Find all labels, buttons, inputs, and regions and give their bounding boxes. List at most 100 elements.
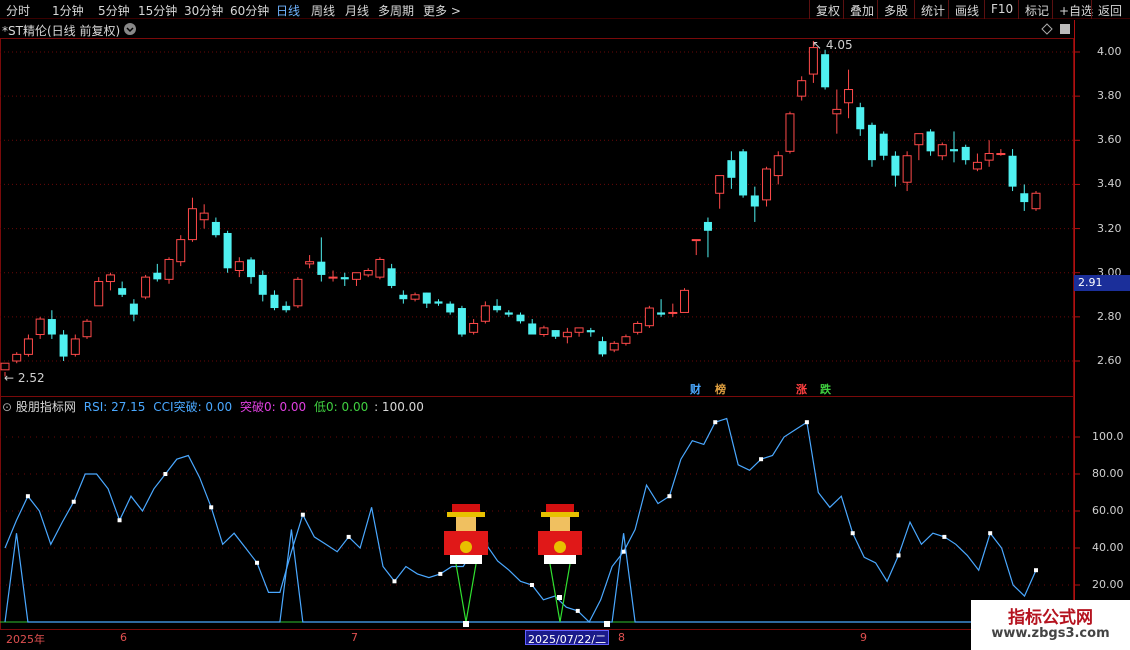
candle-body-up xyxy=(1031,192,1041,210)
candle-body-down xyxy=(598,341,607,355)
indicator-name[interactable]: 股朋指标网 xyxy=(16,400,76,414)
rsi-point xyxy=(759,457,764,462)
indicator-axis-label: 20.00 xyxy=(1092,578,1124,591)
candle-body-down xyxy=(153,272,162,280)
candle-body-up xyxy=(23,338,33,355)
signal-point xyxy=(463,621,469,627)
candle-body-up xyxy=(0,362,10,371)
money-bag-icon xyxy=(554,541,566,553)
god-hat xyxy=(452,504,480,512)
candle-body-down xyxy=(223,232,232,269)
candle-body-down xyxy=(516,314,525,322)
candle-body-up xyxy=(293,278,303,307)
candle-body-down xyxy=(118,288,127,295)
candle-body-up xyxy=(902,155,912,183)
selected-date: 2025/07/22/二 xyxy=(525,630,610,646)
rsi-value: RSI: 27.15 xyxy=(83,400,146,414)
event-marker-limit-down[interactable]: 跌 xyxy=(820,381,831,397)
candle-body-up xyxy=(187,208,197,241)
candle-body-down xyxy=(399,294,408,300)
price-axis-label: 2.80 xyxy=(1097,309,1122,323)
candle-body-up xyxy=(234,261,244,272)
indicator-axis-label: 60.00 xyxy=(1092,504,1124,517)
candle-body-down xyxy=(1020,193,1029,203)
signal-line xyxy=(455,563,467,623)
price-panel-frame xyxy=(0,38,1074,397)
candle-body-down xyxy=(211,221,220,236)
candle-body-down xyxy=(528,323,537,335)
candle-body-down xyxy=(856,107,865,130)
candle-body-down xyxy=(446,303,455,313)
candle-body-down xyxy=(949,149,958,152)
candle-body-up xyxy=(797,80,807,97)
candle-body-up xyxy=(785,113,795,152)
candle-body-down xyxy=(340,277,349,280)
rsi-point xyxy=(850,531,855,536)
candle-body-up xyxy=(141,276,151,298)
watermark-url: www.zbgs3.com xyxy=(991,626,1110,641)
low-price-value: 2.52 xyxy=(17,371,45,385)
candle-body-down xyxy=(727,160,736,178)
candle-body-up xyxy=(996,153,1006,156)
candle-body-down xyxy=(387,268,396,286)
high-price-marker: ↖ 4.05 xyxy=(812,38,853,52)
candle-body-down xyxy=(703,221,712,231)
candle-body-up xyxy=(691,239,701,242)
event-marker-board[interactable]: 榜 xyxy=(715,381,726,397)
rsi-point xyxy=(25,494,30,499)
candle-body-down xyxy=(1008,155,1017,187)
window-icon[interactable] xyxy=(1060,24,1070,34)
candle-body-up xyxy=(644,307,654,327)
candle-body-down xyxy=(282,305,291,311)
date-label-8: 8 xyxy=(618,631,625,644)
candle-body-down xyxy=(247,259,256,278)
event-marker-limit-up[interactable]: 涨 xyxy=(796,381,807,397)
event-marker-finance[interactable]: 财 xyxy=(690,381,701,397)
candle-body-up xyxy=(12,353,22,362)
rsi-point xyxy=(575,608,580,613)
candle-body-up xyxy=(715,175,725,194)
candle-body-up xyxy=(984,153,994,161)
date-label-7: 7 xyxy=(351,631,358,644)
candle-body-up xyxy=(469,322,479,333)
candle-body-up xyxy=(94,281,104,307)
money-bag-icon xyxy=(460,541,472,553)
date-label-6: 6 xyxy=(120,631,127,644)
rsi-point xyxy=(71,499,76,504)
candle-body-up xyxy=(914,133,924,146)
high-price-value: 4.05 xyxy=(825,38,853,52)
candle-body-down xyxy=(434,301,443,304)
indicator-axis-label: 100.0 xyxy=(1092,430,1124,443)
signal-point xyxy=(604,621,610,627)
candle-body-down xyxy=(551,330,560,337)
candle-body-up xyxy=(375,258,385,278)
candle-body-up xyxy=(937,144,947,157)
rsi-point xyxy=(117,518,122,523)
candle-body-up xyxy=(832,108,842,115)
candle-body-up xyxy=(562,331,572,338)
price-axis-label: 2.60 xyxy=(1097,354,1122,367)
indicator-panel-frame xyxy=(0,396,1074,630)
candle-body-up xyxy=(844,89,854,104)
candle-body-down xyxy=(867,124,876,161)
indicator-axis-label: 40.00 xyxy=(1092,541,1124,554)
god-hat-brim xyxy=(447,512,485,517)
god-base xyxy=(544,555,576,564)
candle-body-down xyxy=(258,274,267,295)
watermark: 指标公式网 www.zbgs3.com xyxy=(971,600,1130,650)
candle-body-up xyxy=(633,322,643,333)
candle-body-up xyxy=(410,294,420,300)
candle-body-up xyxy=(176,239,186,263)
candle-body-down xyxy=(129,303,138,315)
signal-point xyxy=(557,595,562,600)
rsi-point xyxy=(804,420,809,425)
candle-body-up xyxy=(773,155,783,177)
candle-body-up xyxy=(680,289,690,313)
candle-body-down xyxy=(657,312,666,315)
diamond-icon[interactable] xyxy=(1041,23,1053,35)
watermark-title: 指标公式网 xyxy=(1008,608,1093,628)
candle-body-down xyxy=(739,151,748,196)
indicator-settings-icon[interactable]: ⊙ xyxy=(2,400,12,414)
candle-body-up xyxy=(668,311,678,314)
chevron-down-icon[interactable] xyxy=(124,23,136,35)
